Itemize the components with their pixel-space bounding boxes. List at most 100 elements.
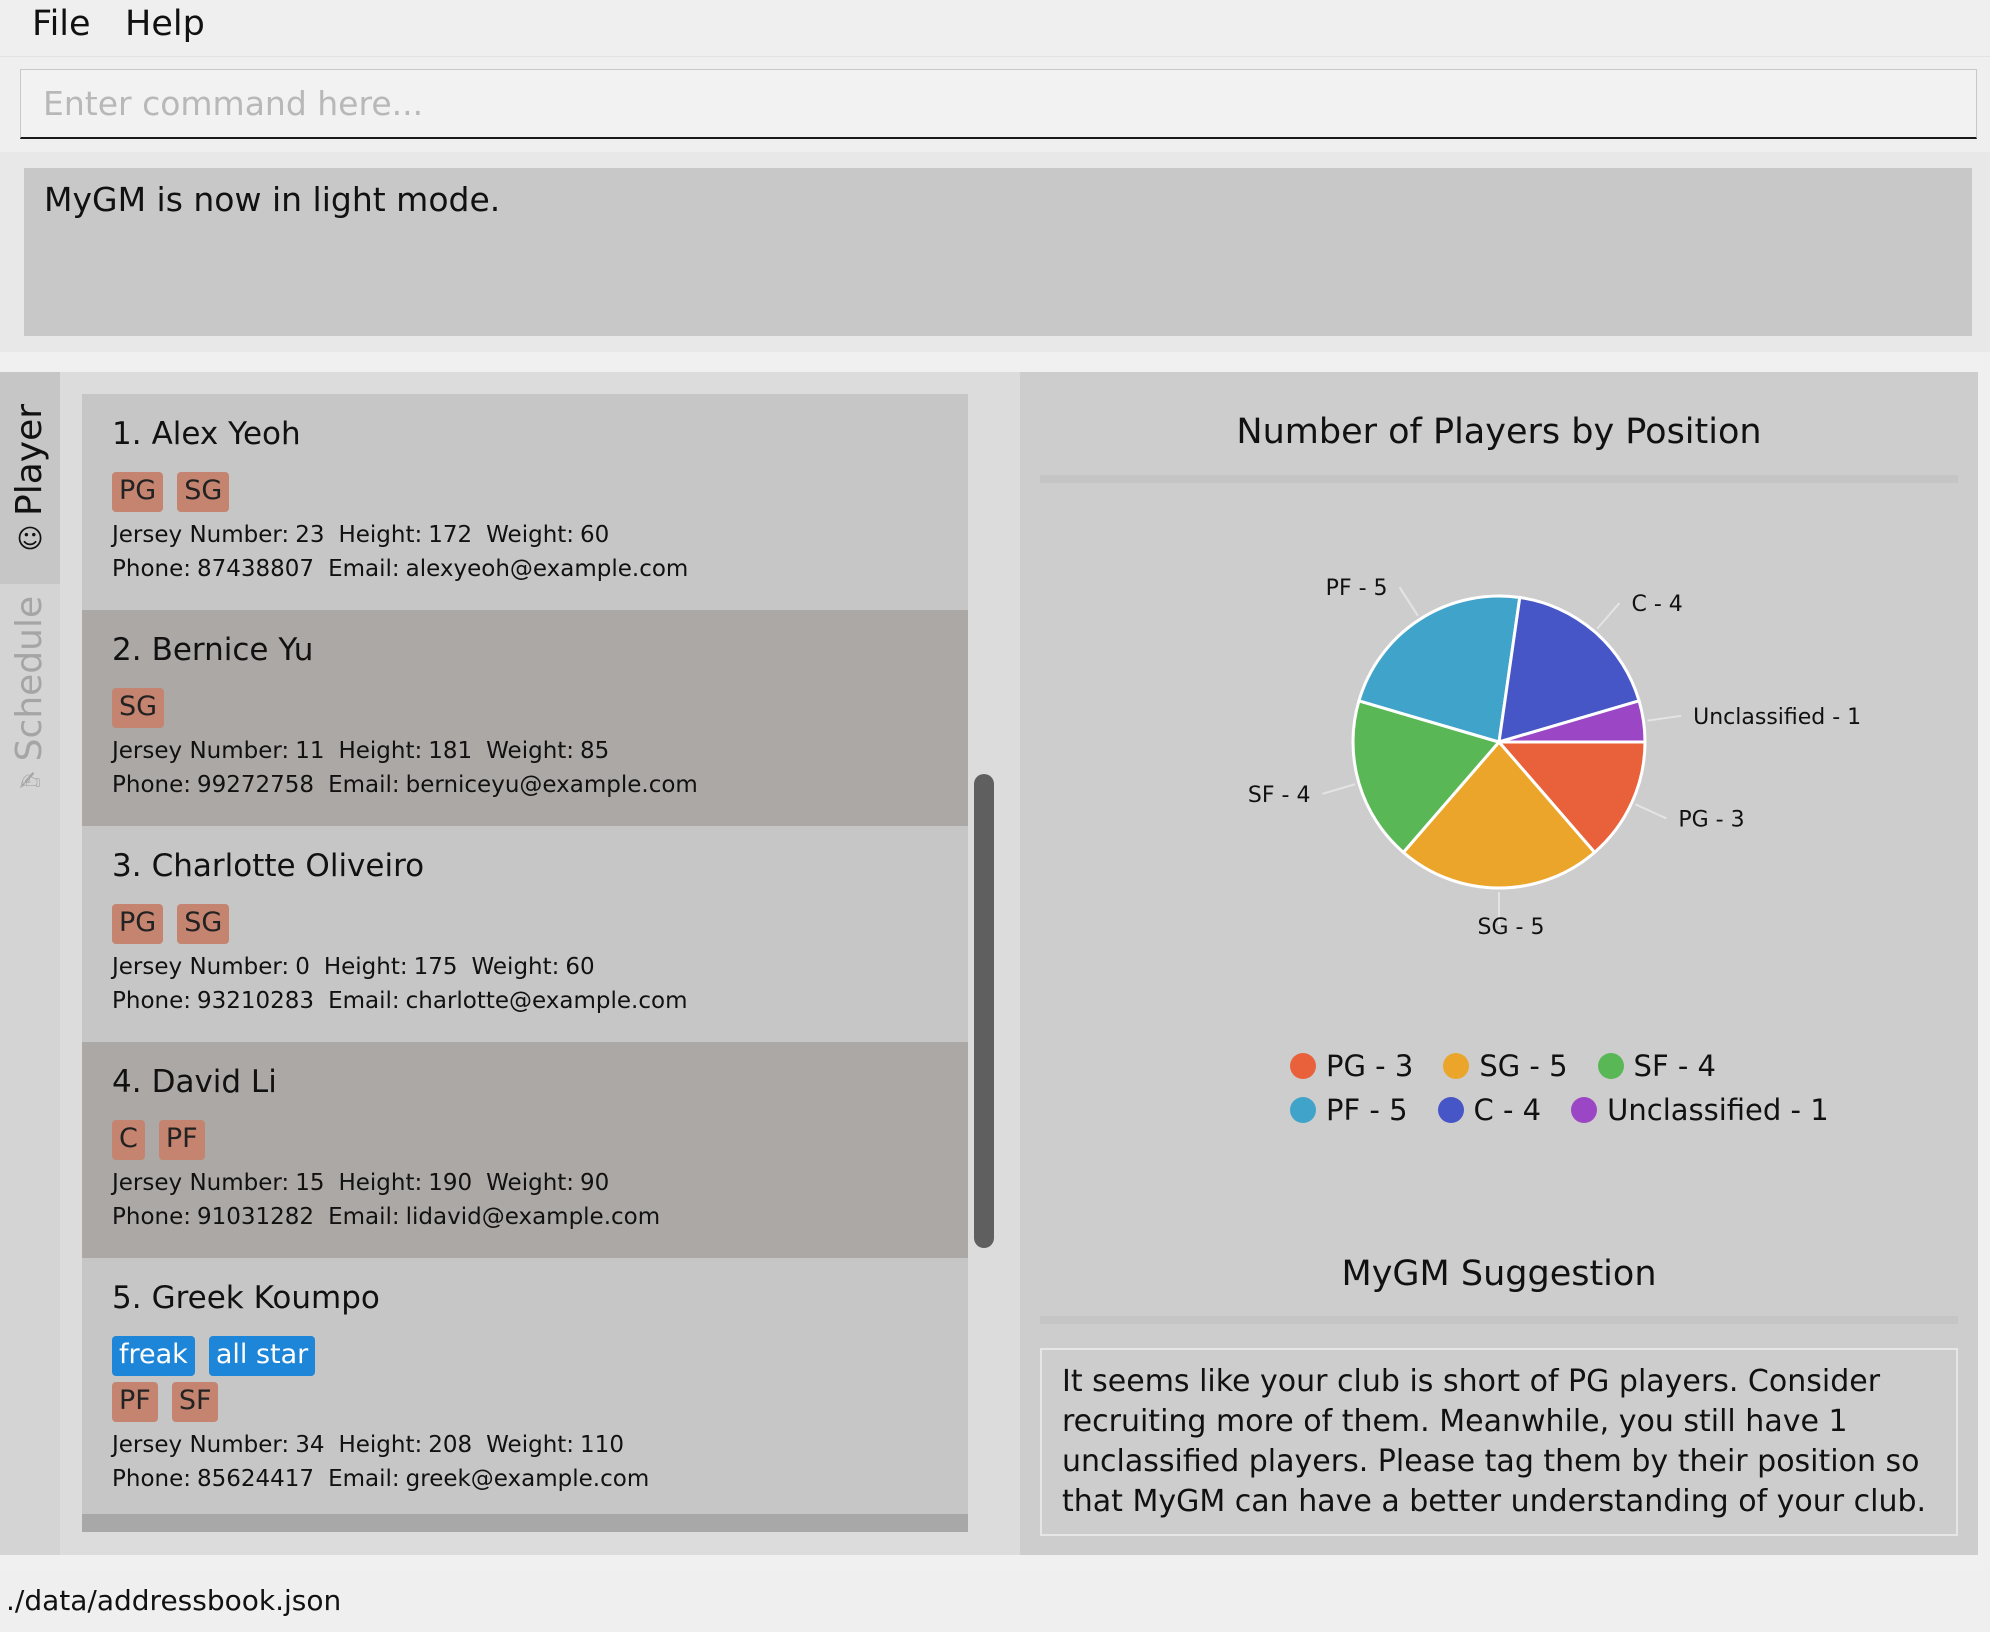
result-display: MyGM is now in light mode.	[24, 168, 1972, 336]
player-weight-label: Weight:	[486, 738, 575, 764]
player-phone-label: Phone:	[112, 1466, 191, 1492]
pie-leader-line	[1322, 783, 1356, 795]
jersey-number-value: 23	[295, 522, 325, 548]
player-card[interactable]: 5. Greek Koumpo freak all star PF SF Jersey Nu…	[82, 1258, 968, 1514]
player-email: Email: alexyeoh@example.com	[328, 556, 688, 582]
player-info-line: Phone: 93210283 Email: charlotte@example.co…	[112, 984, 938, 1018]
player-index: 3.	[112, 848, 142, 884]
status-bar: ./data/addressbook.json	[0, 1570, 1990, 1632]
position-tag: SG	[112, 688, 165, 728]
player-email-label: Email:	[328, 556, 400, 582]
jersey-number-label: Jersey Number:	[112, 1432, 290, 1458]
player-info-line: Jersey Number: 34 Height: 208 Weight: 110	[112, 1428, 938, 1462]
player-phone-value: 91031282	[197, 1204, 315, 1230]
legend-label: PG - 3	[1326, 1049, 1414, 1083]
legend-swatch	[1597, 1053, 1624, 1079]
legend-swatch	[1290, 1097, 1316, 1123]
tab-player[interactable]: ☺ Player	[0, 372, 60, 584]
player-weight: Weight: 110	[486, 1432, 624, 1458]
position-tags: PF SF	[112, 1382, 938, 1422]
player-name-text: David Li	[151, 1064, 277, 1100]
player-info-line: Phone: 87438807 Email: alexyeoh@example.com	[112, 552, 938, 586]
player-height-value: 208	[428, 1432, 473, 1458]
scrollbar[interactable]	[970, 394, 996, 1532]
player-card[interactable]: 1. Alex Yeoh PG SG Jersey Number: 23 Height: 17…	[82, 394, 968, 610]
jersey-number: Jersey Number: 15	[112, 1170, 324, 1196]
player-name: 5. Greek Koumpo	[112, 1280, 938, 1320]
legend-item: Unclassified - 1	[1571, 1093, 1829, 1127]
player-email-value: lidavid@example.com	[405, 1204, 661, 1230]
position-tag: SF	[171, 1382, 219, 1422]
player-index: 2.	[112, 632, 142, 668]
suggestion-text: It seems like your club is short of PG p…	[1062, 1364, 1927, 1519]
jersey-number: Jersey Number: 0	[112, 954, 310, 980]
player-height: Height: 208	[338, 1432, 472, 1458]
legend-label: C - 4	[1473, 1093, 1542, 1127]
player-height-value: 190	[428, 1170, 473, 1196]
player-name-text: Bernice Yu	[151, 632, 314, 668]
player-phone-label: Phone:	[112, 772, 191, 798]
player-email-value: charlotte@example.com	[405, 988, 688, 1014]
pie-slice-label: PF - 5	[1326, 576, 1388, 601]
position-tag: PF	[158, 1120, 205, 1160]
position-tags: PG SG	[112, 904, 938, 944]
player-name-text: Alex Yeoh	[151, 416, 301, 452]
legend-item: PF - 5	[1290, 1093, 1408, 1127]
player-height-label: Height:	[323, 954, 408, 980]
custom-tag: all star	[208, 1336, 316, 1376]
legend-item: C - 4	[1437, 1093, 1542, 1127]
jersey-number: Jersey Number: 34	[112, 1432, 324, 1458]
legend-swatch	[1437, 1097, 1464, 1123]
position-tag: C	[112, 1120, 145, 1160]
pie-leader-line	[1398, 586, 1419, 617]
position-tags: C PF	[112, 1120, 938, 1160]
player-phone-value: 99272758	[197, 772, 315, 798]
player-name: 1. Alex Yeoh	[112, 416, 938, 456]
scrollbar-thumb[interactable]	[974, 774, 994, 1248]
player-card[interactable]: 3. Charlotte Oliveiro PG SG Jersey Number: 0 H…	[82, 826, 968, 1042]
player-email-label: Email:	[328, 988, 400, 1014]
player-height-label: Height:	[338, 738, 423, 764]
jersey-number-label: Jersey Number:	[112, 1170, 290, 1196]
player-phone-label: Phone:	[112, 1204, 191, 1230]
jersey-number: Jersey Number: 11	[112, 738, 324, 764]
player-email: Email: charlotte@example.com	[328, 988, 687, 1014]
legend-label: PF - 5	[1326, 1093, 1408, 1127]
help-menu[interactable]: Help	[125, 4, 205, 44]
tab-player-label: Player	[9, 403, 51, 516]
player-weight-label: Weight:	[471, 954, 560, 980]
player-weight-value: 90	[580, 1170, 610, 1196]
suggestion-divider	[1040, 1316, 1958, 1324]
player-phone-value: 93210283	[197, 988, 315, 1014]
player-weight: Weight: 90	[486, 1170, 609, 1196]
player-phone: Phone: 91031282	[112, 1204, 314, 1230]
position-tag: SG	[177, 472, 230, 512]
command-input[interactable]	[20, 69, 1977, 139]
player-info-line: Phone: 91031282 Email: lidavid@example.com	[112, 1200, 938, 1234]
player-info-line: Jersey Number: 23 Height: 172 Weight: 60	[112, 518, 938, 552]
player-weight: Weight: 85	[486, 738, 609, 764]
pencil-icon: ✍	[19, 766, 41, 797]
player-info-line: Jersey Number: 15 Height: 190 Weight: 90	[112, 1166, 938, 1200]
player-height: Height: 175	[324, 954, 458, 980]
legend-swatch	[1443, 1053, 1470, 1079]
player-list[interactable]: 1. Alex Yeoh PG SG Jersey Number: 23 Height: 17…	[82, 394, 968, 1532]
suggestion-title: MyGM Suggestion	[1341, 1254, 1657, 1294]
legend-swatch	[1571, 1097, 1598, 1123]
tab-strip: ☺ Player ✍ Schedule	[0, 372, 60, 1555]
smiley-icon: ☺	[16, 524, 44, 555]
player-height-label: Height:	[338, 522, 423, 548]
player-weight-value: 60	[580, 522, 610, 548]
tab-schedule[interactable]: ✍ Schedule	[0, 584, 60, 804]
player-name: 2. Bernice Yu	[112, 632, 938, 672]
player-card[interactable]: 2. Bernice Yu SG Jersey Number: 11 Height: 181…	[82, 610, 968, 826]
player-phone-value: 85624417	[197, 1466, 315, 1492]
chart-title-divider	[1040, 475, 1958, 483]
file-menu[interactable]: File	[32, 4, 91, 44]
position-tags: PG SG	[112, 472, 938, 512]
jersey-number-label: Jersey Number:	[112, 954, 290, 980]
player-card[interactable]: 4. David Li C PF Jersey Number: 15 Height: 190 W…	[82, 1042, 968, 1258]
jersey-number-value: 34	[295, 1432, 325, 1458]
player-info-line: Jersey Number: 11 Height: 181 Weight: 85	[112, 734, 938, 768]
player-height: Height: 190	[338, 1170, 472, 1196]
